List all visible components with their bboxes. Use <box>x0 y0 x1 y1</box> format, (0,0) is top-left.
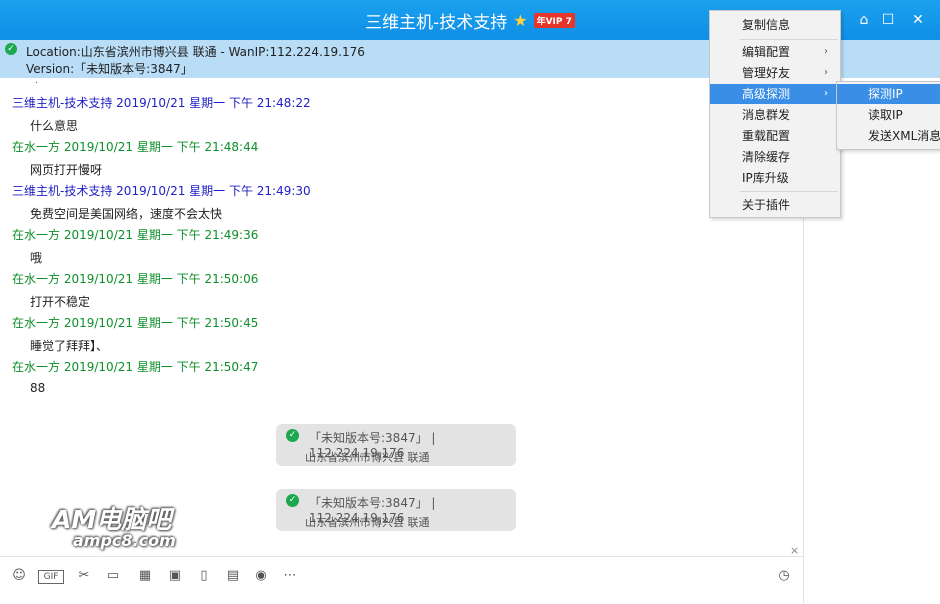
system-card: ✓ 「未知版本号:3847」 | 112.224.19.176 山东省滨州市博兴… <box>276 424 516 466</box>
message-sender[interactable]: 在水一方 <box>12 316 60 330</box>
message-header: 在水一方 2019/10/21 星期一 下午 21:50:45 <box>12 314 258 331</box>
check-icon: ✓ <box>286 494 299 507</box>
message-header: 在水一方 2019/10/21 星期一 下午 21:48:44 <box>12 138 258 155</box>
message-time: 2019/10/21 星期一 下午 21:48:44 <box>63 140 259 154</box>
vip-badge[interactable]: 年VIP 7 <box>533 12 575 28</box>
menu-item-edit-config[interactable]: 编辑配置 › <box>710 42 840 62</box>
check-icon: ✓ <box>286 429 299 442</box>
message-header: 三维主机-技术支持 2019/10/21 星期一 下午 21:49:30 <box>12 182 311 199</box>
message-time: 2019/10/21 星期一 下午 21:50:47 <box>63 360 259 374</box>
chevron-right-icon: › <box>824 46 828 57</box>
menu-separator <box>740 39 838 40</box>
submenu-item-probe-ip[interactable]: 探测IP <box>837 84 940 104</box>
close-button[interactable]: ✕ <box>906 8 930 32</box>
window-title: 三维主机-技术支持 <box>365 12 508 33</box>
gif-icon[interactable]: GIF <box>38 570 64 584</box>
menu-item-broadcast[interactable]: 消息群发 <box>710 105 840 125</box>
message-time: 2019/10/21 星期一 下午 21:48:22 <box>116 96 311 110</box>
chat-dot: · <box>35 78 39 89</box>
scissors-icon[interactable]: ✂ <box>75 567 93 585</box>
message-sender[interactable]: 在水一方 <box>12 228 60 242</box>
folder-icon[interactable]: ▭ <box>104 567 122 585</box>
system-card-line2: 山东省滨州市博兴县 联通 <box>305 516 430 529</box>
message-sender[interactable]: 在水一方 <box>12 360 60 374</box>
chevron-right-icon: › <box>824 88 828 99</box>
message-header: 三维主机-技术支持 2019/10/21 星期一 下午 21:48:22 <box>12 94 311 111</box>
message-header: 在水一方 2019/10/21 星期一 下午 21:49:36 <box>12 226 258 243</box>
context-menu: 复制信息 编辑配置 › 管理好友 › 高级探测 › 消息群发 重载配置 清除缓存 IP… <box>709 10 841 218</box>
advanced-probe-submenu: 探测IP 读取IP 发送XML消息 <box>836 81 940 150</box>
menu-item-reload-config[interactable]: 重载配置 <box>710 126 840 146</box>
menu-item-ip-upgrade[interactable]: IP库升级 <box>710 168 840 188</box>
message-text: 什么意思 <box>30 119 79 133</box>
message-sender[interactable]: 三维主机-技术支持 <box>12 96 112 110</box>
message-header: 在水一方 2019/10/21 星期一 下午 21:50:47 <box>12 358 258 375</box>
message-time: 2019/10/21 星期一 下午 21:49:30 <box>116 184 311 198</box>
clock-icon[interactable]: ◷ <box>775 567 793 585</box>
menu-item-advanced-probe[interactable]: 高级探测 › <box>710 84 840 104</box>
message-text: 88 <box>30 381 46 395</box>
picture-icon[interactable]: ▣ <box>166 567 184 585</box>
message-time: 2019/10/21 星期一 下午 21:50:06 <box>63 272 259 286</box>
menu-item-about[interactable]: 关于插件 <box>710 195 840 215</box>
menu-separator <box>740 191 838 192</box>
menu-item-manage-friends[interactable]: 管理好友 › <box>710 63 840 83</box>
message-header: 在水一方 2019/10/21 星期一 下午 21:50:06 <box>12 270 258 287</box>
message-text: 打开不稳定 <box>30 295 91 309</box>
message-sender[interactable]: 在水一方 <box>12 272 60 286</box>
check-icon: ✓ <box>5 43 17 55</box>
message-text: 哦 <box>30 251 43 265</box>
submenu-item-read-ip[interactable]: 读取IP <box>837 105 940 125</box>
image-edit-icon[interactable]: ▦ <box>136 567 154 585</box>
skin-icon[interactable]: ⌂ <box>852 8 876 32</box>
banner-location: Location:山东省滨州市博兴县 联通 - WanIP:112.224.19… <box>26 45 365 59</box>
message-text: 睡觉了拜拜】、 <box>30 339 109 353</box>
banner-version: Version:「未知版本号:3847」 <box>26 62 193 76</box>
menu-item-copy[interactable]: 复制信息 <box>710 15 840 35</box>
chevron-right-icon: › <box>824 67 828 78</box>
chat-area[interactable]: · 三维主机-技术支持 2019/10/21 星期一 下午 21:48:22 什么… <box>0 78 803 556</box>
watermark-url: ampc8.com <box>73 531 176 550</box>
maximize-button[interactable]: ☐ <box>876 8 900 32</box>
calendar-icon[interactable]: ▤ <box>224 567 242 585</box>
message-time: 2019/10/21 星期一 下午 21:49:36 <box>63 228 259 242</box>
message-sender[interactable]: 在水一方 <box>12 140 60 154</box>
redpacket-icon[interactable]: ◉ <box>252 567 270 585</box>
message-sender[interactable]: 三维主机-技术支持 <box>12 184 112 198</box>
shake-icon[interactable]: ▯ <box>195 567 213 585</box>
menu-item-clear-cache[interactable]: 清除缓存 <box>710 147 840 167</box>
star-icon: ★ <box>513 10 528 30</box>
submenu-item-send-xml[interactable]: 发送XML消息 <box>837 126 940 146</box>
emoji-icon[interactable]: ☺ <box>10 567 28 585</box>
message-time: 2019/10/21 星期一 下午 21:50:45 <box>63 316 259 330</box>
system-card-line2: 山东省滨州市博兴县 联通 <box>305 451 430 464</box>
message-text: 网页打开慢呀 <box>30 163 103 177</box>
more-icon[interactable]: ⋯ <box>281 567 299 585</box>
system-card: ✓ 「未知版本号:3847」 | 112.224.19.176 山东省滨州市博兴… <box>276 489 516 531</box>
message-text: 免费空间是美国网络，速度不会太快 <box>30 207 223 221</box>
input-toolbar: ☺ GIF ✂ ▭ ▦ ▣ ▯ ▤ ◉ ⋯ ◷ <box>0 556 803 604</box>
